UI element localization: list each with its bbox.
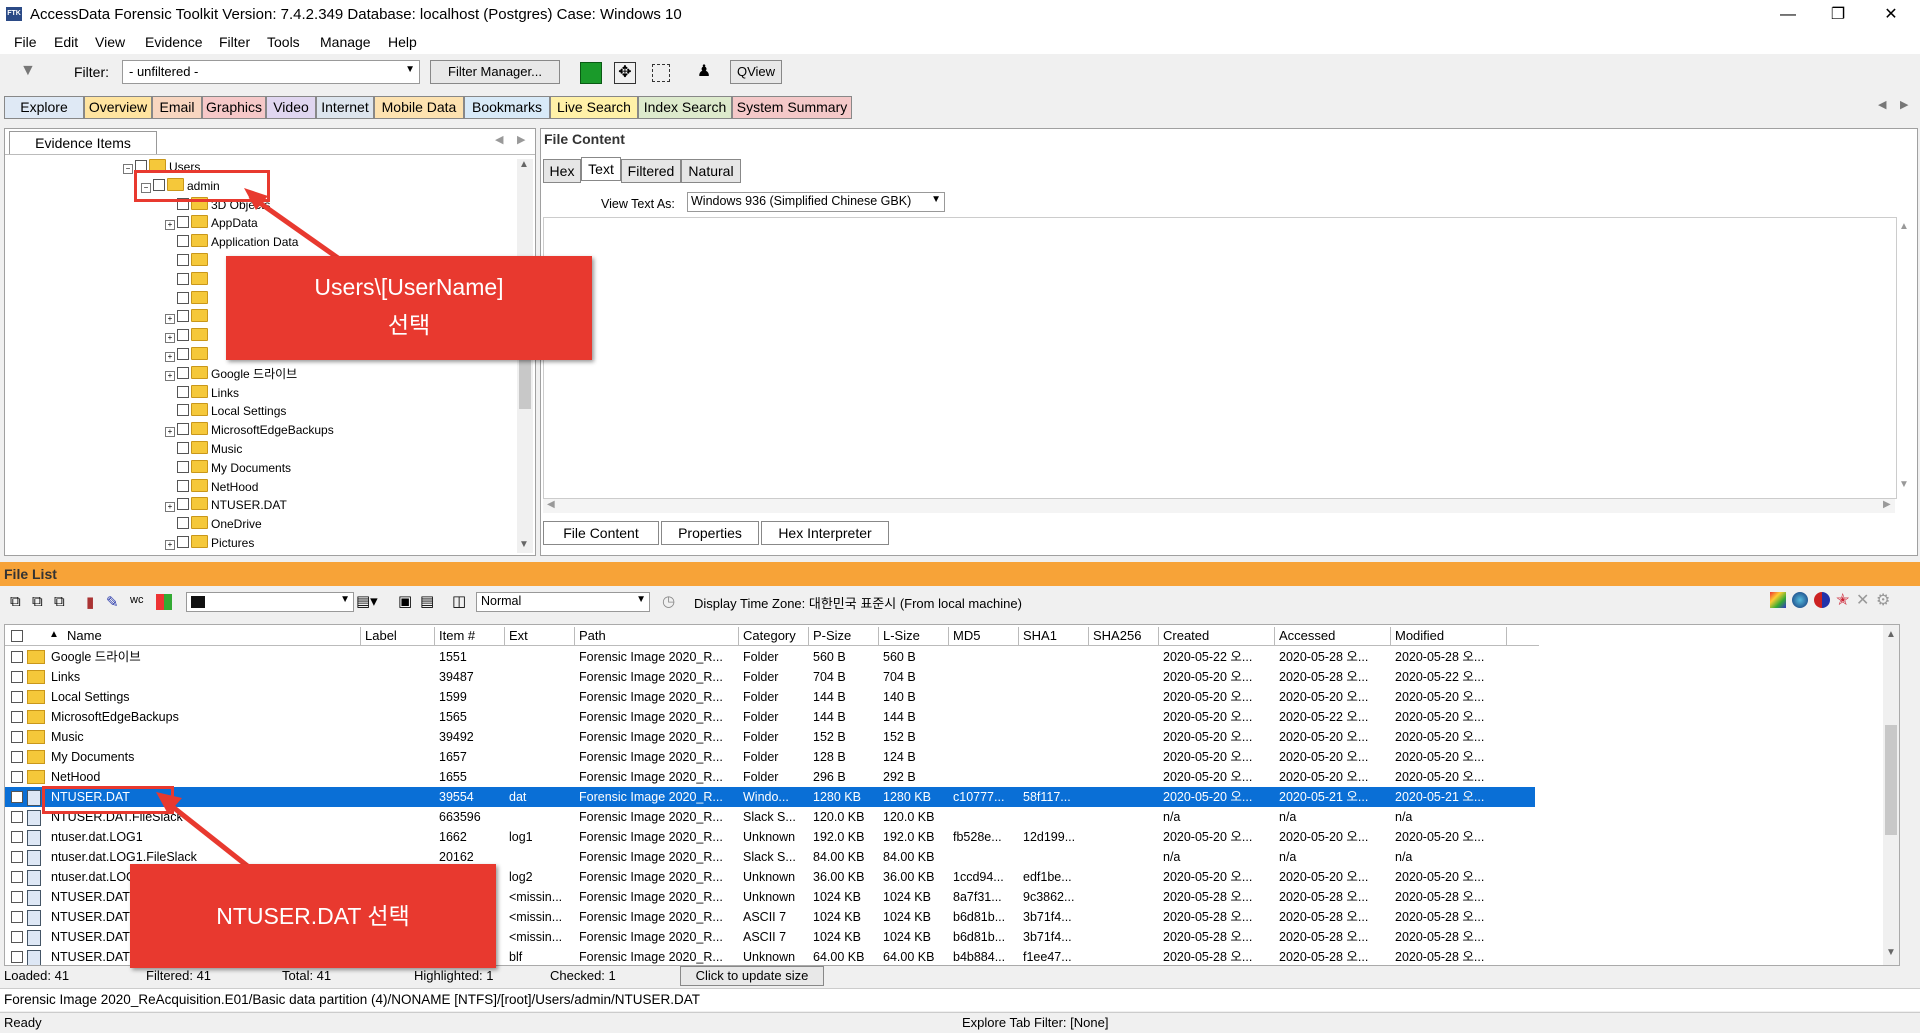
- callout-ntuser: NTUSER.DAT 선택: [130, 864, 496, 968]
- arrow-to-admin: [248, 193, 340, 261]
- arrow-to-ntuser: [162, 798, 252, 870]
- ntuser-highlight-box: [42, 786, 174, 814]
- callout-users: Users\[UserName] 선택: [226, 256, 592, 360]
